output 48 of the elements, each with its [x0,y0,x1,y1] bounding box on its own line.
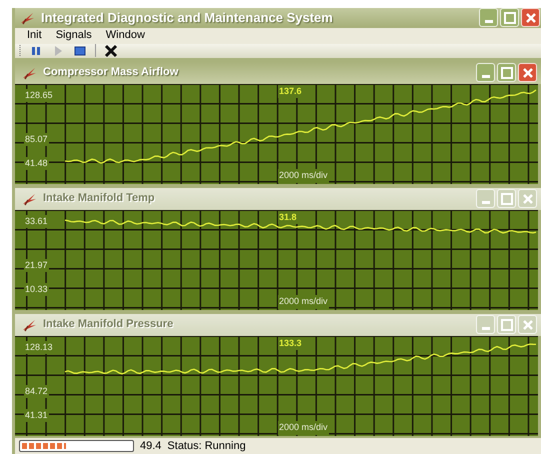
panel-title: Intake Manifold Temp [43,191,156,206]
minimize-button[interactable] [476,189,495,208]
axis-label: 85.07 [24,132,49,146]
maximize-button[interactable] [497,315,516,334]
axis-label: 33.61 [24,214,49,228]
time-scale-label: 2000 ms/div [278,295,329,308]
minimize-icon [482,75,490,78]
value-readout: 133.3 [278,336,303,350]
minimize-icon [484,20,492,24]
minimize-button[interactable] [479,8,498,28]
minimize-button[interactable] [476,63,495,82]
maximize-icon [500,318,512,330]
value-readout: 31.8 [278,210,298,224]
axis-label: 21.97 [24,258,49,272]
close-icon [522,320,532,330]
status-text: Status: Running [167,438,246,454]
axis-label: 128.13 [24,340,54,354]
axis-label: 41.48 [24,156,49,170]
axis-label: 41.31 [24,408,49,422]
menu-item[interactable]: Window [106,27,145,44]
stop-icon[interactable] [73,44,87,58]
close-icon[interactable] [104,44,118,58]
maximize-button[interactable] [500,8,519,28]
time-scale-label: 2000 ms/div [278,421,329,434]
minimize-icon [482,327,490,330]
close-button[interactable] [518,63,537,82]
panel-title: Compressor Mass Airflow [43,65,180,80]
menu-item[interactable]: Signals [56,27,92,44]
axis-label: 128.65 [24,88,54,102]
maximize-button[interactable] [497,63,516,82]
window-title: Integrated Diagnostic and Maintenance System [41,9,334,27]
close-icon [526,12,536,23]
menu-item[interactable]: Init [27,27,42,44]
axis-label: 10.33 [24,282,49,296]
close-icon [522,68,532,78]
time-scale-label: 2000 ms/div [278,169,329,182]
minimize-icon [482,201,490,204]
axis-label: 84.72 [24,384,49,398]
panel-title: Intake Manifold Pressure [43,317,174,332]
close-icon [522,194,532,204]
minimize-button[interactable] [476,315,495,334]
close-button[interactable] [521,8,540,28]
maximize-icon [500,66,512,78]
status-value: 49.4 [140,438,162,454]
value-readout: 137.6 [278,84,303,98]
maximize-button[interactable] [497,189,516,208]
maximize-icon [500,192,512,204]
maximize-icon [504,12,516,24]
